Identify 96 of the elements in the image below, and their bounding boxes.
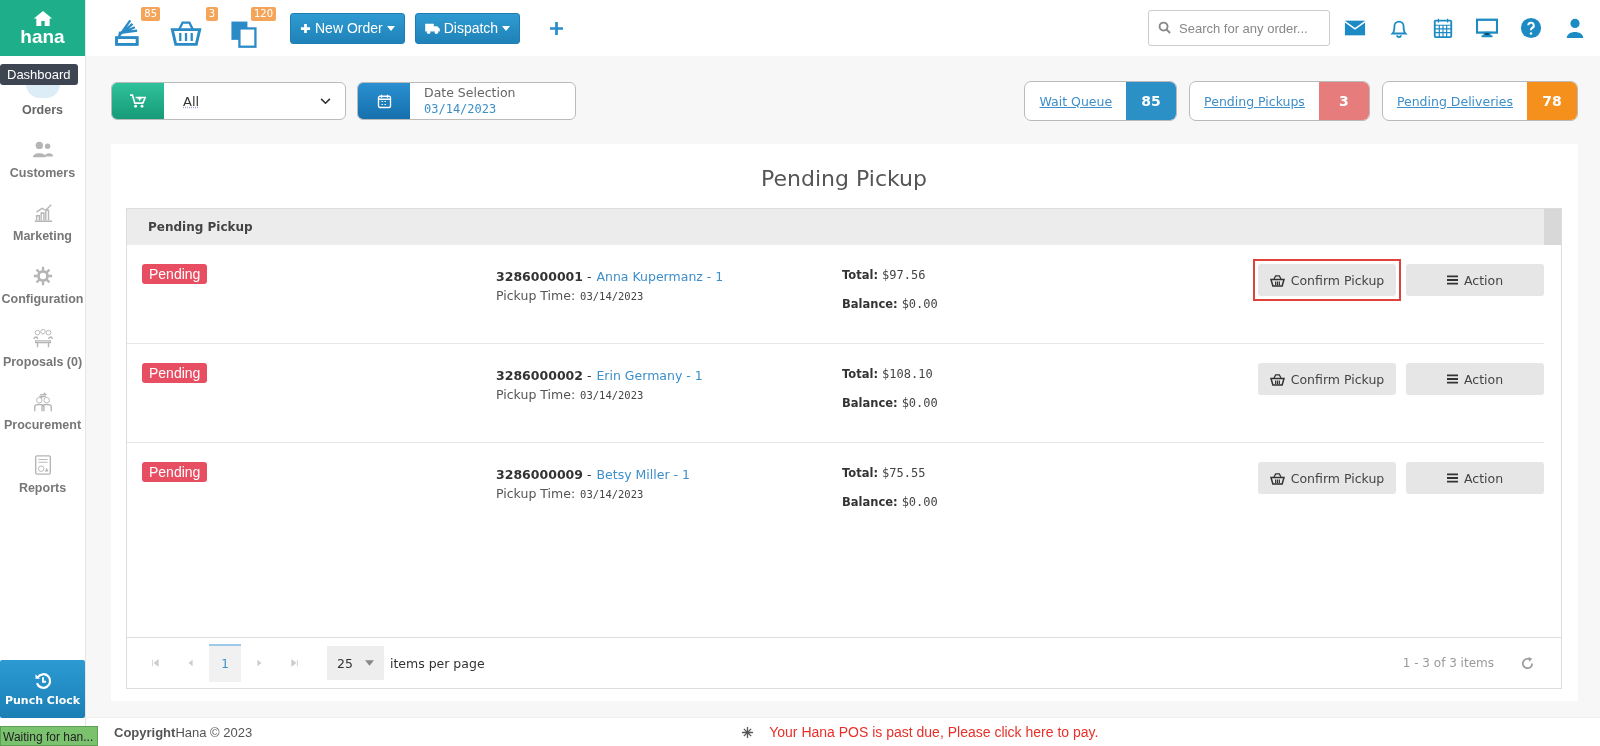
- user-icon: [1564, 17, 1586, 39]
- dropdown-button[interactable]: Dispatch: [414, 12, 521, 44]
- action-button[interactable]: Action: [1406, 462, 1544, 494]
- count-badge: 85: [1126, 82, 1177, 120]
- next-page-icon: [255, 659, 263, 667]
- truck-icon: [424, 22, 440, 34]
- nav-item[interactable]: Procurement: [0, 385, 85, 448]
- menu-icon: [1446, 374, 1458, 384]
- page-button[interactable]: 1: [209, 644, 241, 682]
- order-number: 3286000009 -: [496, 467, 592, 482]
- count-badge: 78: [1527, 82, 1577, 120]
- stat-link[interactable]: Wait Queue: [1025, 82, 1127, 120]
- page-size-dropdown[interactable]: 25: [327, 646, 384, 680]
- field-label: Balance:: [842, 297, 898, 311]
- action-button[interactable]: Action: [1406, 264, 1544, 296]
- tooltip: Dashboard: [0, 64, 78, 85]
- field-value: $97.56: [882, 268, 926, 282]
- field-value: 03/14/2023: [580, 290, 644, 302]
- confirm-pickup-button[interactable]: Confirm Pickup: [1258, 462, 1396, 494]
- menu-icon: [1446, 473, 1458, 483]
- basket-icon: [1269, 372, 1285, 386]
- field-value: 03/14/2023: [580, 488, 644, 500]
- gear-icon: [31, 265, 54, 287]
- plus-icon: [550, 21, 564, 35]
- count-badge: 120: [250, 7, 276, 21]
- caret-icon: [364, 660, 374, 666]
- home-icon: [32, 9, 53, 27]
- customer-link[interactable]: Betsy Miller - 1: [596, 467, 690, 482]
- chevron-down-icon: [320, 97, 331, 105]
- basket-icon: [1269, 273, 1285, 287]
- nav-item[interactable]: Customers: [0, 133, 85, 196]
- stat-link[interactable]: Pending Deliveries: [1382, 82, 1527, 120]
- field-label: Balance:: [842, 495, 898, 509]
- action-button[interactable]: Action: [1406, 363, 1544, 395]
- status-badge: Pending: [142, 462, 208, 482]
- people-icon: [31, 391, 54, 413]
- customer-link[interactable]: Anna Kupermanz - 1: [596, 269, 724, 284]
- calendar-icon: [376, 93, 392, 109]
- search-icon: [1158, 21, 1171, 34]
- clock-icon: [33, 671, 52, 690]
- help-icon: [1520, 17, 1542, 39]
- nav-item[interactable]: Configuration: [0, 259, 85, 322]
- column-header: Pending Pickup: [147, 220, 253, 234]
- previous-page-icon: [187, 659, 195, 667]
- dropdown-button[interactable]: New Order: [290, 12, 405, 44]
- field-value: $0.00: [901, 495, 938, 509]
- basket-icon: [1269, 471, 1285, 485]
- calendar-icon: [1432, 17, 1454, 39]
- customer-link[interactable]: Erin Germany - 1: [596, 368, 703, 383]
- menu-icon: [1446, 275, 1458, 285]
- nav-item[interactable]: Marketing: [0, 196, 85, 259]
- search-field[interactable]: Search for any order...: [1148, 10, 1330, 46]
- page-title: Pending Pickup: [760, 164, 928, 193]
- meeting-icon: [31, 328, 54, 350]
- field-label: Total:: [842, 466, 879, 480]
- payment-notice-link[interactable]: Your Hana POS is past due, Please click here to pay.: [769, 724, 1099, 740]
- first-page-icon: [151, 659, 159, 667]
- status-text: Waiting for han...: [0, 726, 98, 746]
- field-label: Pickup Time:: [496, 288, 576, 303]
- field-label: Total:: [842, 268, 879, 282]
- count-badge: 85: [141, 7, 160, 21]
- snowflake-icon: [742, 726, 754, 738]
- caret-icon: [386, 25, 395, 31]
- field-value: $108.10: [882, 367, 933, 381]
- copyright-text: CopyrightHana © 2023: [114, 724, 253, 740]
- field-value: $0.00: [901, 297, 938, 311]
- field-value: $0.00: [901, 396, 938, 410]
- confirm-pickup-button[interactable]: Confirm Pickup: [1258, 264, 1396, 296]
- field-value: 03/14/2023: [580, 389, 644, 401]
- status-badge: Pending: [142, 264, 208, 284]
- page-size-label: items per page: [389, 655, 485, 671]
- nav-item[interactable]: Proposals (0): [0, 322, 85, 385]
- plus-icon: [300, 22, 311, 34]
- nav-item[interactable]: Reports: [0, 448, 85, 511]
- field-label: Pickup Time:: [496, 486, 576, 501]
- count-badge: 3: [1318, 82, 1369, 120]
- punch-clock-button[interactable]: Punch Clock: [0, 660, 85, 718]
- field-label: Total:: [842, 367, 879, 381]
- count-badge: 3: [205, 7, 218, 21]
- field-label: Balance:: [842, 396, 898, 410]
- monitor-icon: [1476, 17, 1498, 39]
- stat-link[interactable]: Pending Pickups: [1190, 82, 1319, 120]
- order-number: 3286000001 -: [496, 269, 592, 284]
- caret-icon: [502, 25, 511, 31]
- items-summary: 1 - 3 of 3 items: [1402, 656, 1494, 670]
- date-picker[interactable]: Date Selection 03/14/2023: [357, 82, 576, 120]
- store-dropdown[interactable]: All: [111, 82, 346, 120]
- field-value: $75.55: [882, 466, 926, 480]
- cart-icon: [130, 93, 146, 109]
- confirm-pickup-button[interactable]: Confirm Pickup: [1258, 363, 1396, 395]
- order-number: 3286000002 -: [496, 368, 592, 383]
- refresh-icon: [1520, 655, 1535, 671]
- logo[interactable]: hana: [0, 0, 85, 56]
- status-badge: Pending: [142, 363, 208, 383]
- field-label: Pickup Time:: [496, 387, 576, 402]
- last-page-icon: [291, 659, 299, 667]
